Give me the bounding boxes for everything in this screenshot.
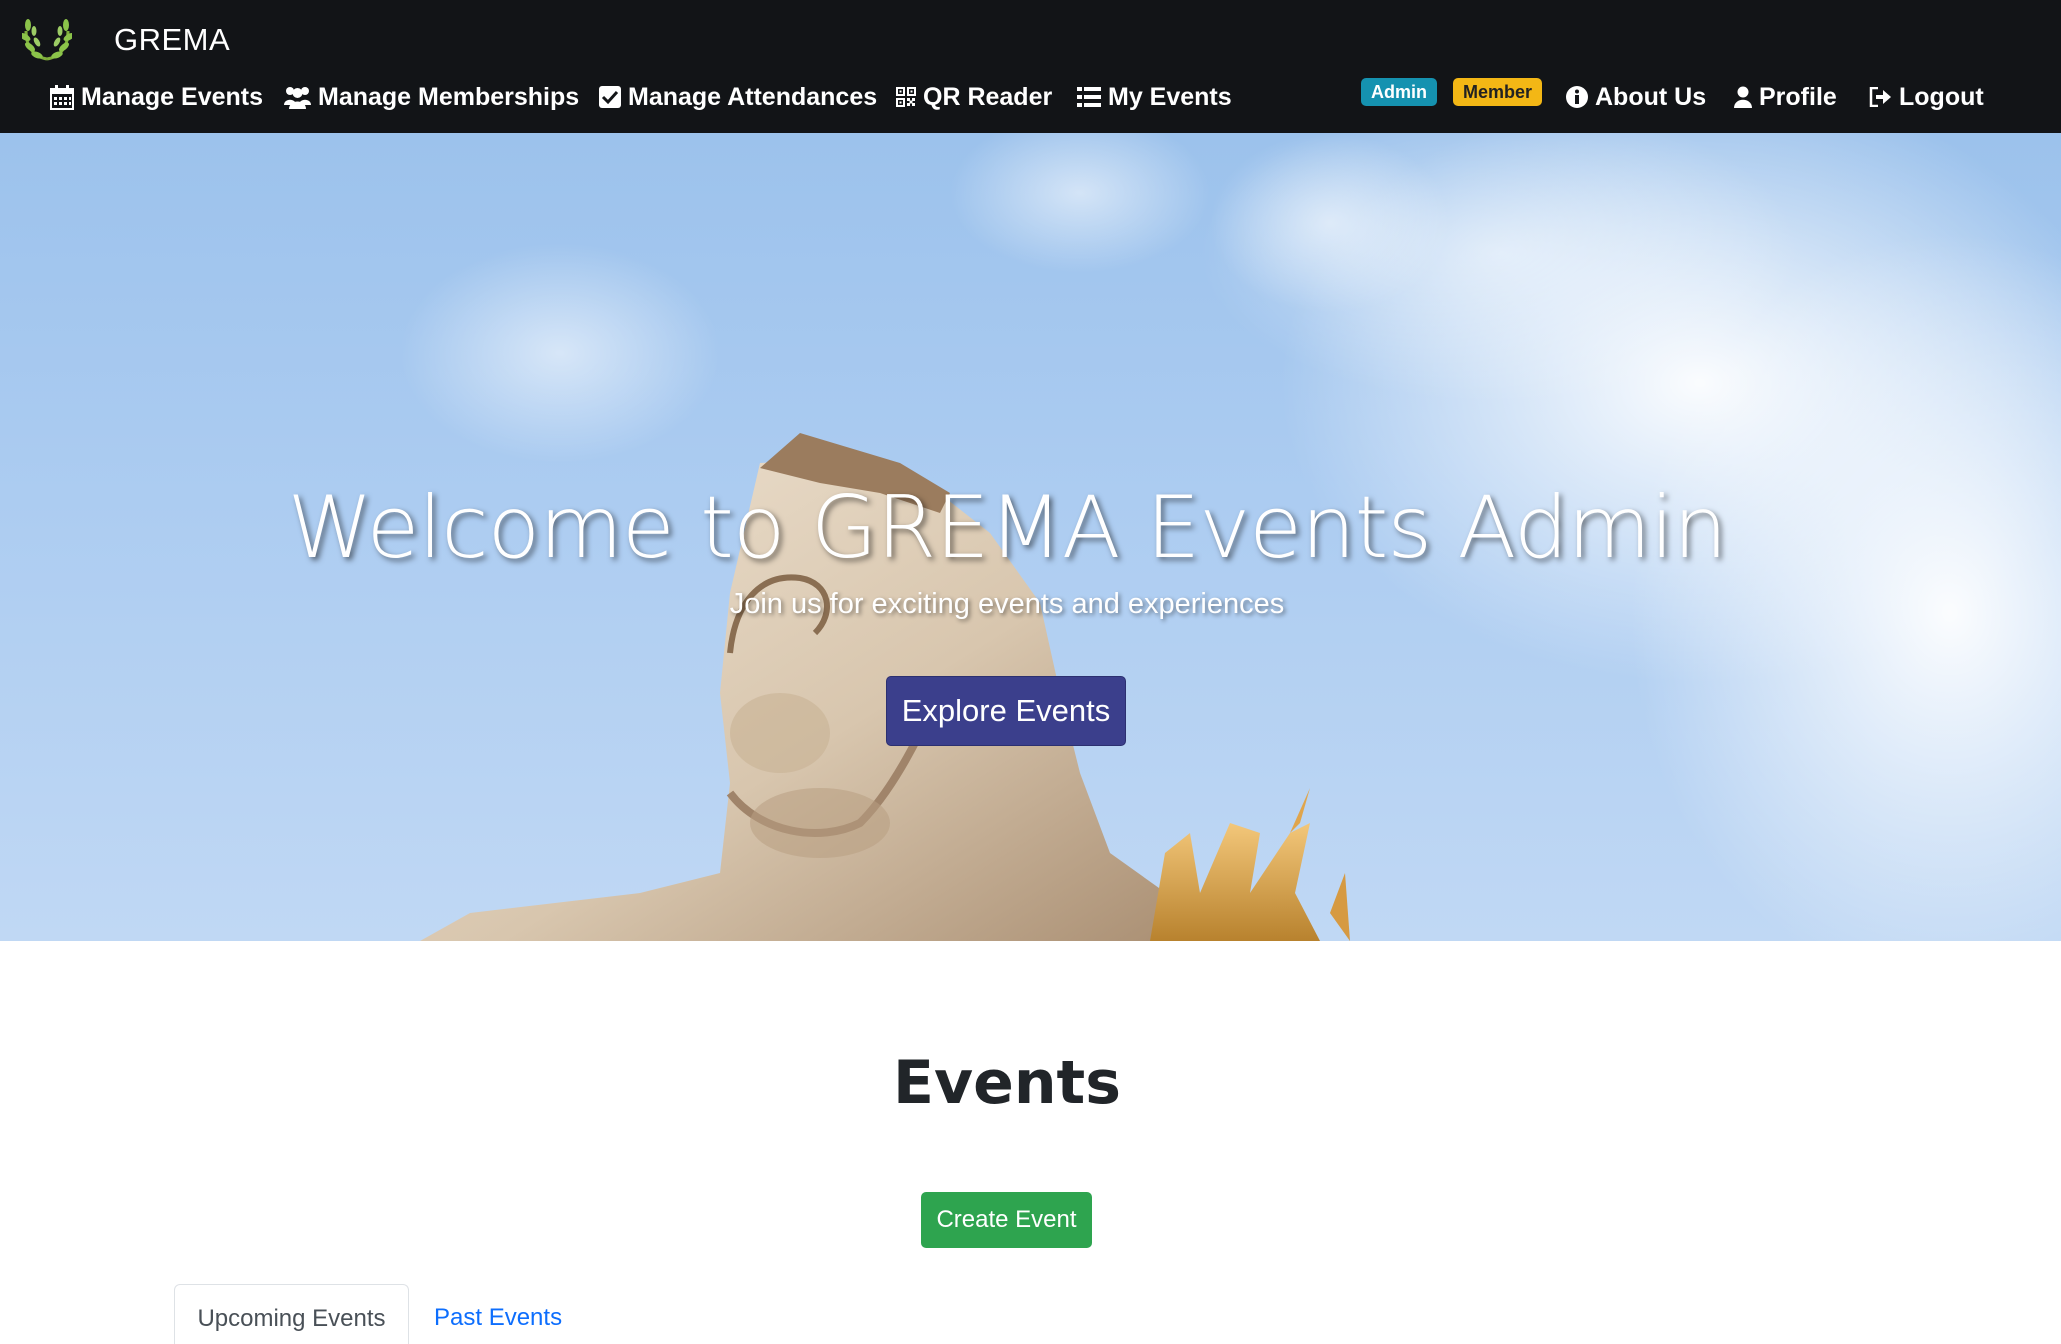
brand-name: GREMA [114,22,231,57]
qrcode-icon [896,87,916,107]
member-badge: Member [1453,78,1543,106]
info-circle-icon [1566,86,1588,108]
calendar-icon [50,84,74,110]
nav-logout[interactable]: Logout [1869,80,1984,114]
nav-about-us-label: About Us [1595,82,1707,111]
nav-manage-events[interactable]: Manage Events [50,80,263,114]
nav-logout-label: Logout [1899,82,1984,111]
nav-my-events[interactable]: My Events [1077,80,1232,114]
nav-manage-events-label: Manage Events [81,82,264,111]
create-event-button[interactable]: Create Event [921,1192,1092,1248]
list-icon [1077,87,1101,107]
tab-past-events[interactable]: Past Events [434,1284,562,1344]
sign-out-icon [1869,87,1891,107]
users-icon [284,87,311,109]
nav-qr-reader-label: QR Reader [923,82,1053,111]
hero-subtitle: Join us for exciting events and experien… [729,588,1285,620]
top-navbar: GREMA Manage Events Manage Memberships M… [0,0,2061,133]
nav-manage-attendances-label: Manage Attendances [628,82,878,111]
events-heading: Events [893,1048,1121,1118]
hero-title: Welcome to GREMA Events Admin [287,478,1727,578]
check-square-icon [599,86,621,108]
brand[interactable]: GREMA [22,16,230,64]
admin-badge: Admin [1361,78,1437,106]
nav-profile-label: Profile [1759,82,1837,111]
nav-profile[interactable]: Profile [1734,80,1837,114]
tab-upcoming-events[interactable]: Upcoming Events [174,1284,409,1344]
nav-qr-reader[interactable]: QR Reader [896,80,1052,114]
user-icon [1734,86,1752,108]
nav-manage-memberships-label: Manage Memberships [318,82,580,111]
hero-banner: Welcome to GREMA Events Admin Join us fo… [0,133,2061,941]
explore-events-button[interactable]: Explore Events [886,676,1126,746]
nav-about-us[interactable]: About Us [1566,80,1706,114]
nav-my-events-label: My Events [1108,82,1232,111]
laurel-wreath-icon [22,19,72,61]
nav-manage-attendances[interactable]: Manage Attendances [599,80,877,114]
nav-manage-memberships[interactable]: Manage Memberships [284,80,579,114]
